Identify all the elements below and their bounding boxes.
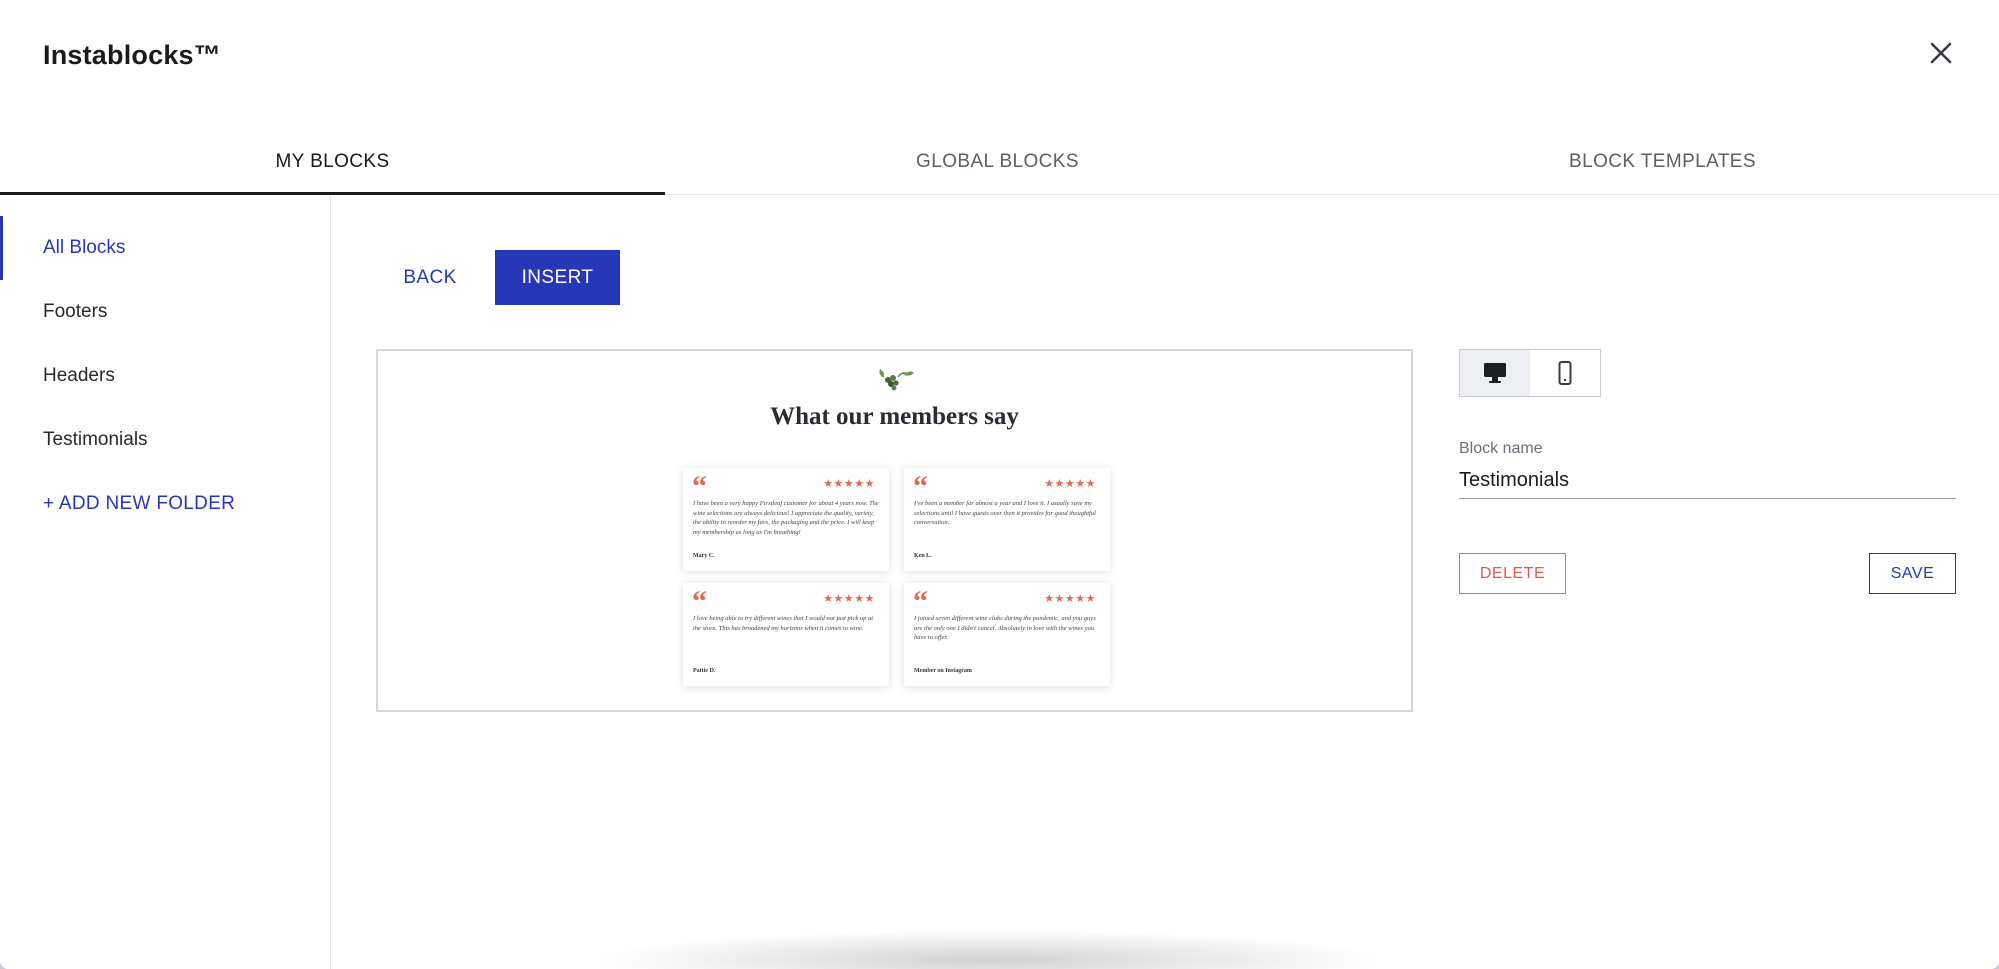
sidebar-item-headers[interactable]: Headers (0, 354, 330, 398)
tab-bar: MY BLOCKS GLOBAL BLOCKS BLOCK TEMPLATES (0, 130, 1999, 195)
block-name-label: Block name (1459, 440, 1543, 457)
modal-title: Instablocks™ (43, 40, 221, 70)
back-button[interactable]: BACK (379, 250, 481, 305)
quote-mark: “ (692, 470, 707, 503)
sidebar: All Blocks Footers Headers Testimonials … (0, 195, 331, 969)
sidebar-item-all-blocks[interactable]: All Blocks (0, 216, 330, 280)
star-rating: ★★★★★ (1044, 593, 1096, 605)
sidebar-item-testimonials[interactable]: Testimonials (0, 418, 330, 462)
star-rating: ★★★★★ (1044, 478, 1096, 490)
desktop-icon (1484, 363, 1506, 383)
quote-mark: “ (692, 585, 707, 618)
close-icon (1930, 42, 1952, 64)
testimonial-text: I've been a member for almost a year and… (914, 500, 1096, 526)
delete-button[interactable]: DELETE (1459, 553, 1566, 594)
preview-heading: What our members say (770, 403, 1019, 430)
testimonial-author: Mary C. (693, 553, 715, 559)
mobile-view-button[interactable] (1530, 350, 1600, 396)
testimonial-text: I joined seven different wine clubs duri… (914, 615, 1096, 641)
close-button[interactable] (1924, 36, 1958, 70)
testimonial-card: “ ★★★★★ I love being able to try differe… (683, 583, 889, 686)
testimonial-author: Member on Instagram (914, 668, 972, 674)
testimonial-card: “ ★★★★★ I've been a member for almost a … (904, 468, 1110, 571)
testimonial-card: “ ★★★★★ I joined seven different wine cl… (904, 583, 1110, 686)
bottom-shadow (590, 930, 1390, 969)
tab-block-templates[interactable]: BLOCK TEMPLATES (1330, 130, 1995, 194)
testimonial-text: I love being able to try different wines… (693, 615, 874, 632)
star-rating: ★★★★★ (823, 478, 875, 490)
sidebar-item-footers[interactable]: Footers (0, 290, 330, 334)
quote-mark: “ (913, 470, 928, 503)
testimonial-text: I have been a very happy Firstleaf custo… (693, 500, 879, 536)
star-rating: ★★★★★ (823, 593, 875, 605)
instablocks-modal: Instablocks™ MY BLOCKS GLOBAL BLOCKS BLO… (0, 0, 1999, 969)
grape-vine-icon (879, 369, 914, 391)
testimonial-author: Ken L. (914, 553, 932, 559)
modal-header: Instablocks™ (0, 0, 1999, 110)
tab-global-blocks[interactable]: GLOBAL BLOCKS (665, 130, 1330, 194)
tab-my-blocks[interactable]: MY BLOCKS (0, 130, 665, 195)
insert-button[interactable]: INSERT (495, 250, 620, 305)
testimonial-author: Pattie D. (693, 668, 716, 674)
quote-mark: “ (913, 585, 928, 618)
save-button[interactable]: SAVE (1869, 553, 1956, 594)
mobile-icon (1558, 361, 1572, 385)
block-preview: What our members say “ ★★★★★ I have been… (376, 349, 1413, 712)
desktop-view-button[interactable] (1460, 350, 1530, 396)
block-name-input[interactable] (1459, 462, 1956, 499)
add-new-folder-link[interactable]: + ADD NEW FOLDER (0, 482, 330, 526)
device-toggle (1459, 349, 1601, 397)
testimonial-card: “ ★★★★★ I have been a very happy Firstle… (683, 468, 889, 571)
